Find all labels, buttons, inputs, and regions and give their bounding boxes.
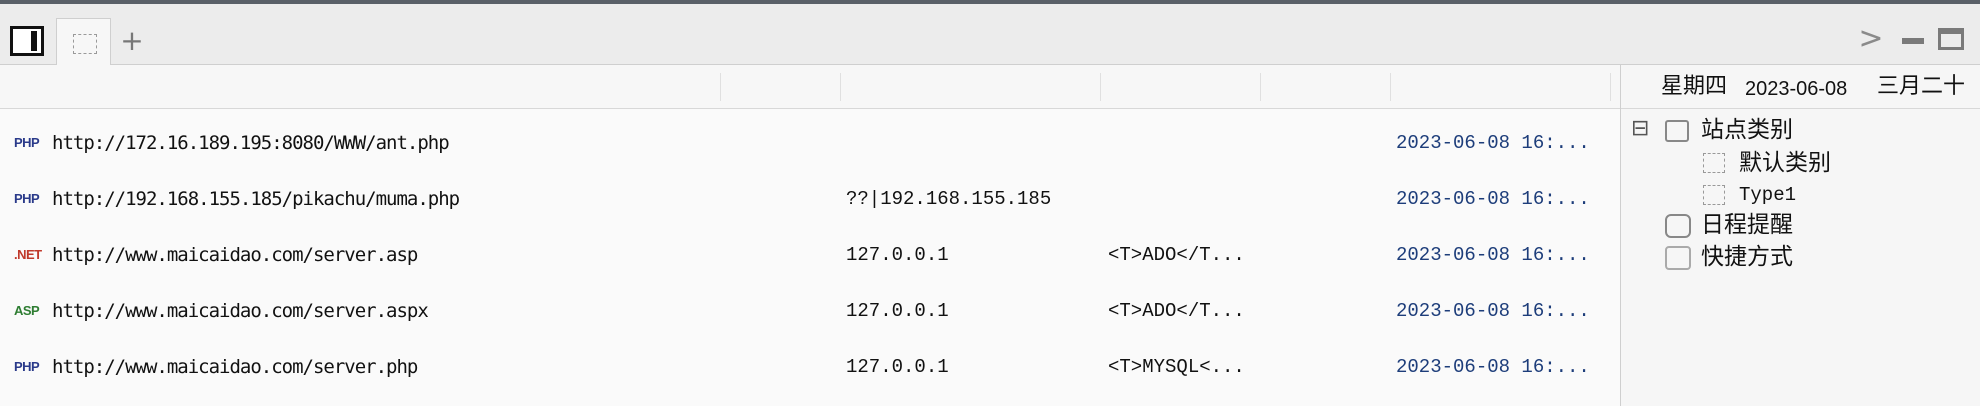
category-folder-icon	[1665, 120, 1689, 142]
column-separator[interactable]	[1610, 73, 1611, 101]
tree-item-default-category[interactable]: 默认类别	[1739, 149, 1831, 177]
url-cell: http://172.16.189.195:8080/WWW/ant.php	[52, 132, 450, 154]
dashed-box-icon	[73, 34, 97, 54]
time-cell: 2023-06-08 16:...	[1396, 188, 1590, 210]
url-cell: http://www.maicaidao.com/server.php	[52, 356, 418, 378]
url-cell: http://www.maicaidao.com/server.asp	[52, 244, 418, 266]
maximize-icon[interactable]	[1938, 28, 1964, 50]
note-cell: <T>ADO</T...	[1108, 244, 1245, 266]
chevron-right-icon[interactable]: >	[1858, 24, 1884, 56]
shortcut-icon	[1665, 246, 1691, 270]
table-row[interactable]: PHP http://192.168.155.185/pikachu/muma.p…	[0, 171, 1620, 227]
url-cell: http://www.maicaidao.com/server.aspx	[52, 300, 429, 322]
tab-site-list[interactable]	[56, 18, 111, 68]
table-row[interactable]: PHP http://www.maicaidao.com/server.php 12…	[0, 339, 1620, 395]
panel-toggle-icon[interactable]	[10, 26, 44, 56]
ip-cell: 127.0.0.1	[846, 244, 949, 266]
time-cell: 2023-06-08 16:...	[1396, 300, 1590, 322]
shell-list: PHP http://172.16.189.195:8080/WWW/ant.ph…	[0, 65, 1620, 406]
shell-type-icon: PHP	[14, 191, 40, 206]
date-label: 2023-06-08	[1745, 78, 1848, 100]
lunar-date-label: 三月二十	[1877, 74, 1966, 99]
time-cell: 2023-06-08 16:...	[1396, 244, 1590, 266]
tree-item-site-category[interactable]: 站点类别	[1701, 116, 1793, 144]
ip-cell: 127.0.0.1	[846, 300, 949, 322]
sidebar: 星期四 2023-06-08 三月二十 ⊟ 站点类别 默认类别 Type1 日程…	[1621, 65, 1980, 406]
table-row[interactable]: .NET http://www.maicaidao.com/server.asp 1…	[0, 227, 1620, 283]
time-cell: 2023-06-08 16:...	[1396, 356, 1590, 378]
minimize-icon[interactable]	[1902, 38, 1924, 44]
column-separator[interactable]	[1390, 73, 1391, 101]
column-separator[interactable]	[720, 73, 721, 101]
ip-cell: 127.0.0.1	[846, 356, 949, 378]
tree-item-shortcuts[interactable]: 快捷方式	[1701, 243, 1793, 271]
shell-type-icon: .NET	[14, 247, 42, 262]
url-cell: http://192.168.155.185/pikachu/muma.php	[52, 188, 460, 210]
time-cell: 2023-06-08 16:...	[1396, 132, 1590, 154]
shell-type-icon: PHP	[14, 135, 40, 150]
note-cell: <T>ADO</T...	[1108, 300, 1245, 322]
dashed-box-icon	[1703, 153, 1725, 173]
add-tab-button[interactable]: +	[118, 26, 146, 56]
shell-type-icon: PHP	[14, 359, 40, 374]
schedule-icon	[1665, 214, 1691, 238]
tree-item-type1[interactable]: Type1	[1739, 181, 1796, 209]
table-row[interactable]: PHP http://172.16.189.195:8080/WWW/ant.ph…	[0, 115, 1620, 171]
column-separator[interactable]	[840, 73, 841, 101]
table-header	[0, 65, 1620, 109]
shell-type-icon: ASP	[14, 303, 40, 318]
column-separator[interactable]	[1260, 73, 1261, 101]
column-separator[interactable]	[1100, 73, 1101, 101]
ip-cell: ??|192.168.155.185	[846, 188, 1052, 210]
collapse-toggle[interactable]: ⊟	[1631, 115, 1649, 143]
tree-item-schedule[interactable]: 日程提醒	[1701, 211, 1793, 239]
tab-bar: + >	[0, 4, 1980, 68]
date-bar: 星期四 2023-06-08 三月二十	[1621, 65, 1980, 109]
table-row[interactable]: ASP http://www.maicaidao.com/server.aspx 1…	[0, 283, 1620, 339]
dashed-box-icon	[1703, 185, 1725, 205]
note-cell: <T>MYSQL<...	[1108, 356, 1245, 378]
weekday-label: 星期四	[1661, 74, 1728, 99]
